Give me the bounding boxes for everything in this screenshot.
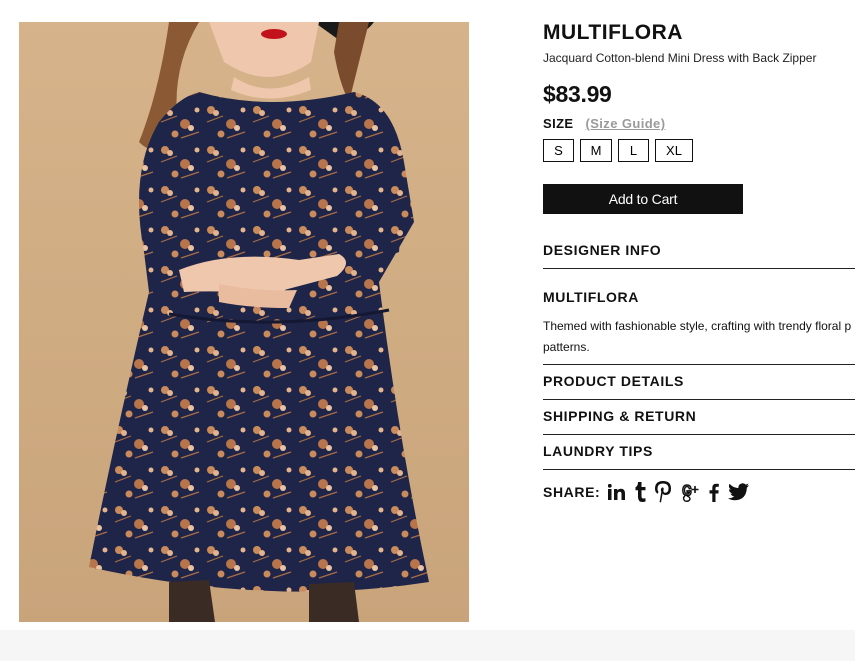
size-option-xl[interactable]: XL bbox=[655, 139, 693, 162]
google-plus-icon[interactable] bbox=[680, 481, 700, 503]
add-to-cart-button[interactable]: Add to Cart bbox=[543, 184, 743, 214]
page-footer-band bbox=[0, 630, 855, 661]
size-options: S M L XL bbox=[543, 139, 693, 162]
designer-description-line: Themed with fashionable style, crafting … bbox=[543, 319, 852, 333]
size-row: SIZE (Size Guide) bbox=[543, 116, 665, 131]
facebook-icon[interactable] bbox=[709, 481, 720, 503]
size-option-l[interactable]: L bbox=[618, 139, 649, 162]
divider bbox=[543, 399, 855, 400]
divider bbox=[543, 364, 855, 365]
share-bar: SHARE: bbox=[543, 481, 758, 503]
size-option-m[interactable]: M bbox=[580, 139, 612, 162]
shipping-return-toggle[interactable]: SHIPPING & RETURN bbox=[543, 408, 696, 424]
product-details-toggle[interactable]: PRODUCT DETAILS bbox=[543, 373, 684, 389]
tumblr-icon[interactable] bbox=[634, 481, 646, 503]
brand-name: MULTIFLORA bbox=[543, 21, 683, 44]
divider bbox=[543, 434, 855, 435]
pinterest-icon[interactable] bbox=[655, 481, 672, 503]
product-price: $83.99 bbox=[543, 81, 612, 107]
size-label: SIZE bbox=[543, 116, 574, 131]
share-label: SHARE: bbox=[543, 484, 601, 500]
size-option-s[interactable]: S bbox=[543, 139, 574, 162]
designer-info-toggle[interactable]: DESIGNER INFO bbox=[543, 242, 661, 258]
divider bbox=[543, 469, 855, 470]
designer-description-line: patterns. bbox=[543, 340, 590, 354]
product-photo[interactable] bbox=[19, 22, 469, 622]
linkedin-icon[interactable] bbox=[608, 481, 626, 503]
laundry-tips-toggle[interactable]: LAUNDRY TIPS bbox=[543, 443, 653, 459]
divider bbox=[543, 268, 855, 269]
twitter-icon[interactable] bbox=[728, 481, 750, 503]
designer-name: MULTIFLORA bbox=[543, 289, 639, 305]
designer-description: Themed with fashionable style, crafting … bbox=[543, 316, 855, 358]
size-guide-link[interactable]: (Size Guide) bbox=[586, 116, 666, 131]
product-name: Jacquard Cotton-blend Mini Dress with Ba… bbox=[543, 51, 817, 65]
dress-image bbox=[19, 22, 469, 622]
